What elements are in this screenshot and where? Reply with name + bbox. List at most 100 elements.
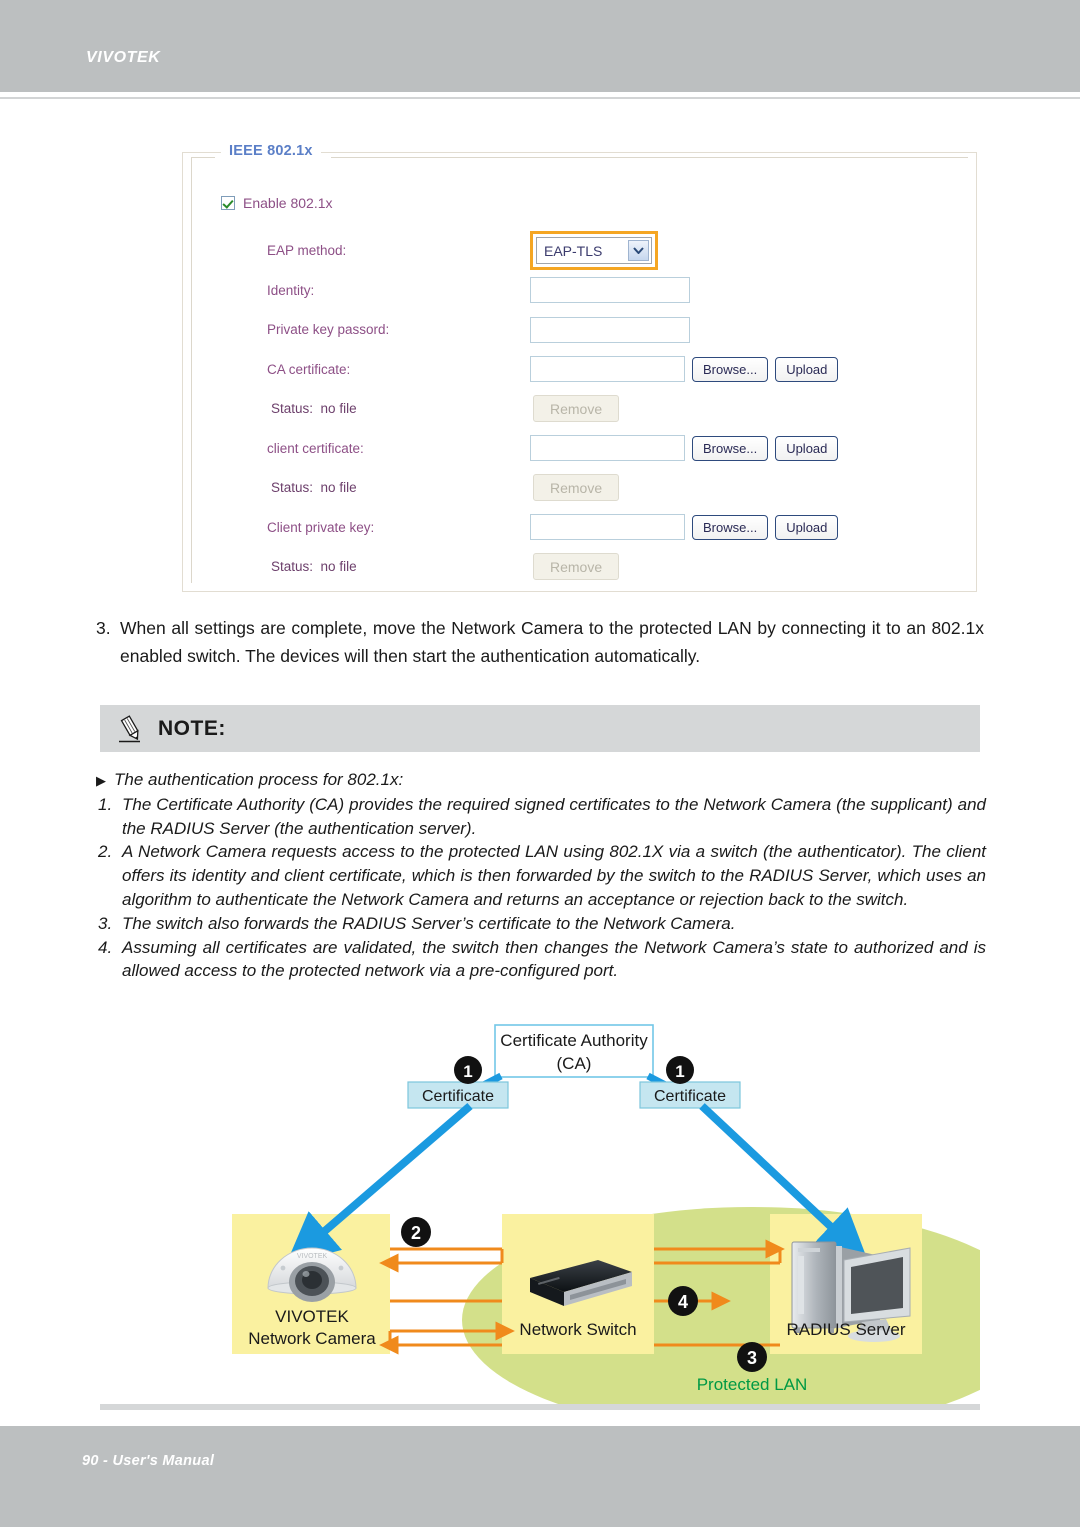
client-private-key-path-input[interactable]: [530, 514, 685, 541]
form-row-private-key-password: Private key passord:: [183, 310, 976, 350]
certificate-label-left: Certificate: [422, 1088, 494, 1105]
legend-rule-right: [331, 157, 968, 158]
control-eap-method: EAP-TLS: [530, 231, 658, 271]
client-certificate-remove-button: Remove: [533, 474, 620, 502]
badge-3-text: 3: [747, 1348, 757, 1368]
note-item-2-text: A Network Camera requests access to the …: [122, 842, 986, 909]
note-item-3-number: 3.: [98, 913, 113, 933]
note-header: NOTE:: [100, 705, 980, 752]
note-title: NOTE:: [158, 716, 226, 740]
key-status-value: no file: [320, 559, 357, 575]
chevron-down-icon[interactable]: [628, 240, 649, 262]
ca-box-line1: Certificate Authority: [500, 1031, 648, 1050]
settings-form-rows: EAP method: EAP-TLS Identity: Private ke…: [183, 231, 976, 587]
note-item-4-text: Assuming all certificates are validated,…: [122, 937, 986, 981]
brand-logo: VIVOTEK: [86, 49, 161, 66]
control-ca-certificate: Browse... Upload: [530, 356, 839, 383]
control-client-private-key-remove: Remove: [533, 553, 620, 581]
certificate-label-right: Certificate: [654, 1088, 726, 1105]
blue-arrow-to-camera: [285, 1102, 473, 1265]
badge-2-text: 2: [411, 1223, 421, 1243]
key-status-prefix: Status:: [271, 559, 314, 575]
badge-1-right-text: 1: [675, 1062, 684, 1081]
page-header: VIVOTEK: [0, 0, 1080, 92]
protected-lan-label: Protected LAN: [697, 1375, 808, 1394]
note-item-2: 2. A Network Camera requests access to t…: [96, 840, 986, 911]
enable-8021x-label: Enable 802.1x: [243, 195, 333, 211]
form-row-ca-certificate-status: Status: no file Remove: [183, 389, 976, 429]
pencil-icon: [118, 714, 144, 743]
camera-label-line1: VIVOTEK: [275, 1307, 349, 1326]
panel-legend: IEEE 802.1x: [221, 143, 321, 159]
legend-rule-left: [191, 157, 215, 158]
step-3-body: When all settings are complete, move the…: [120, 618, 984, 666]
triangle-right-icon: ▶: [96, 773, 106, 788]
label-client-certificate: client certificate:: [267, 440, 364, 456]
note-lead-text: The authentication process for 802.1x:: [114, 770, 404, 789]
ca-box-line2: (CA): [557, 1054, 592, 1073]
label-private-key-password: Private key passord:: [267, 322, 390, 338]
page-footer: 90 - User's Manual: [0, 1426, 1080, 1527]
ca-status-prefix: Status:: [271, 401, 314, 417]
form-row-eap-method: EAP method: EAP-TLS: [183, 231, 976, 271]
note-item-3-text: The switch also forwards the RADIUS Serv…: [122, 913, 736, 933]
ca-certificate-browse-button[interactable]: Browse...: [692, 356, 769, 382]
client-status-prefix: Status:: [271, 480, 314, 496]
page-folio: 90 - User's Manual: [82, 1453, 215, 1469]
camera-label-line2: Network Camera: [248, 1329, 376, 1348]
client-private-key-remove-button: Remove: [533, 553, 620, 581]
badge-1-left-text: 1: [463, 1062, 472, 1081]
note-item-1: 1. The Certificate Authority (CA) provid…: [96, 793, 986, 841]
form-row-identity: Identity:: [183, 271, 976, 311]
authentication-flow-diagram: Certificate Authority (CA) Certificate C…: [120, 1020, 980, 1410]
client-certificate-browse-button[interactable]: Browse...: [692, 435, 769, 461]
label-client-private-key-status: Status: no file: [271, 559, 357, 574]
private-key-password-input[interactable]: [530, 316, 690, 343]
label-client-certificate-status: Status: no file: [271, 480, 357, 495]
note-item-3: 3. The switch also forwards the RADIUS S…: [96, 912, 986, 936]
form-row-client-private-key-status: Status: no file Remove: [183, 547, 976, 587]
form-row-client-certificate-status: Status: no file Remove: [183, 468, 976, 508]
client-status-value: no file: [320, 480, 357, 496]
header-divider: [0, 92, 1080, 99]
control-private-key-password: [530, 316, 690, 343]
client-private-key-upload-button[interactable]: Upload: [775, 514, 839, 540]
form-row-client-certificate: client certificate: Browse... Upload: [183, 429, 976, 469]
svg-text:VIVOTEK: VIVOTEK: [297, 1253, 328, 1260]
ca-certificate-remove-button: Remove: [533, 395, 620, 423]
control-ca-certificate-remove: Remove: [533, 395, 620, 423]
footer-divider: [100, 1404, 980, 1410]
note-lead-line: ▶ The authentication process for 802.1x:: [96, 768, 986, 792]
ca-certificate-upload-button[interactable]: Upload: [775, 356, 839, 382]
control-client-certificate: Browse... Upload: [530, 435, 839, 462]
switch-label: Network Switch: [519, 1320, 636, 1339]
control-client-private-key: Browse... Upload: [530, 514, 839, 541]
note-body: ▶ The authentication process for 802.1x:…: [96, 768, 986, 983]
badge-4-text: 4: [678, 1292, 688, 1312]
label-client-private-key: Client private key:: [267, 519, 375, 535]
eap-method-value: EAP-TLS: [544, 242, 603, 259]
note-item-1-text: The Certificate Authority (CA) provides …: [122, 794, 986, 838]
eap-method-select[interactable]: EAP-TLS: [536, 237, 652, 265]
label-ca-certificate: CA certificate:: [267, 361, 351, 377]
label-ca-certificate-status: Status: no file: [271, 401, 357, 416]
identity-input[interactable]: [530, 277, 690, 304]
note-item-4: 4. Assuming all certificates are validat…: [96, 936, 986, 984]
label-identity: Identity:: [267, 282, 315, 298]
client-private-key-browse-button[interactable]: Browse...: [692, 514, 769, 540]
step-3-paragraph: 3. When all settings are complete, move …: [96, 614, 984, 670]
label-eap-method: EAP method:: [267, 243, 347, 259]
enable-8021x-checkbox[interactable]: [221, 196, 235, 210]
eap-method-highlight: EAP-TLS: [530, 231, 658, 271]
note-item-1-number: 1.: [98, 794, 113, 814]
enable-8021x-row[interactable]: Enable 802.1x: [221, 195, 333, 211]
client-certificate-path-input[interactable]: [530, 435, 685, 462]
form-row-ca-certificate: CA certificate: Browse... Upload: [183, 350, 976, 390]
ca-certificate-path-input[interactable]: [530, 356, 685, 383]
control-client-certificate-remove: Remove: [533, 474, 620, 502]
ca-status-value: no file: [320, 401, 357, 417]
note-item-2-number: 2.: [98, 842, 113, 862]
radius-label: RADIUS Server: [786, 1320, 905, 1339]
client-certificate-upload-button[interactable]: Upload: [775, 435, 839, 461]
note-item-4-number: 4.: [98, 937, 113, 957]
